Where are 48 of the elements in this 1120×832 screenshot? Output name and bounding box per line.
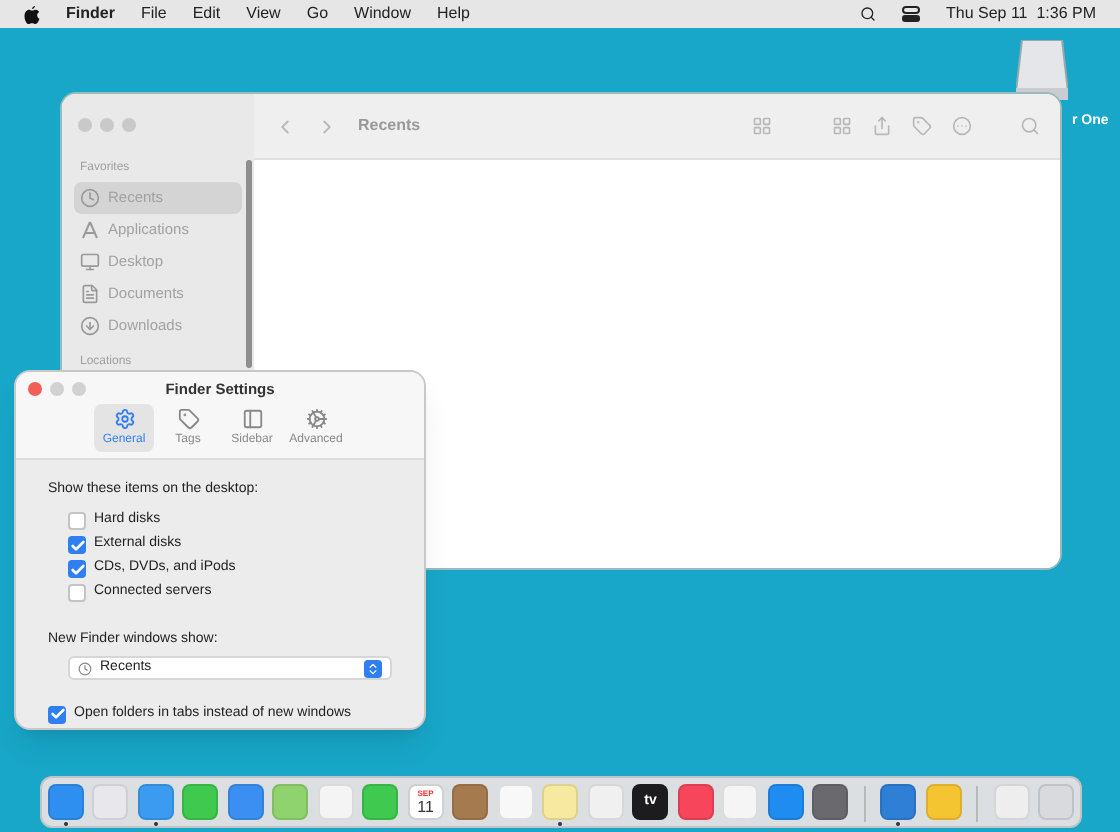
menu-item[interactable]: Edit (192, 2, 221, 26)
menu-item[interactable]: View (246, 2, 281, 26)
app-icon[interactable] (767, 783, 804, 819)
menu-item[interactable]: Go (306, 2, 329, 26)
app-icon[interactable] (812, 783, 849, 819)
menu-app-name[interactable]: Finder (66, 2, 115, 26)
stepper-icon (364, 659, 382, 677)
settings-icon (113, 407, 135, 429)
grid-view-icon[interactable] (752, 116, 772, 136)
apps-icon (80, 220, 100, 240)
document-icon (80, 284, 100, 304)
app-icon[interactable] (47, 783, 84, 819)
app-icon[interactable] (452, 783, 489, 819)
checkbox[interactable] (68, 512, 86, 530)
share-icon[interactable] (872, 116, 892, 136)
disk-icon[interactable] (1016, 40, 1068, 100)
tag-icon (177, 407, 199, 429)
clock-icon (78, 661, 92, 675)
app-icon[interactable] (362, 783, 399, 819)
menu-clock: Thu Sep 11 1:36 PM (945, 2, 1096, 26)
sidebar-icon (241, 407, 263, 429)
window-title: Recents (358, 114, 421, 138)
control-center-icon[interactable] (901, 6, 920, 22)
tag-icon[interactable] (912, 116, 932, 136)
apple-icon[interactable] (24, 5, 40, 23)
checkbox[interactable] (68, 584, 86, 602)
download-icon (80, 316, 100, 336)
checkbox[interactable] (48, 705, 66, 724)
calendar-day: 11 (417, 797, 434, 815)
checkbox[interactable] (68, 560, 86, 578)
more-icon[interactable] (952, 116, 972, 136)
zoom-button[interactable] (72, 382, 86, 396)
app-icon[interactable] (182, 783, 219, 819)
menu-item[interactable]: File (140, 2, 167, 26)
menu-item[interactable]: Help (436, 2, 470, 26)
close-button[interactable] (28, 382, 42, 396)
clock-icon (80, 188, 100, 208)
menu-item[interactable]: Window (354, 2, 411, 26)
checkbox[interactable] (68, 536, 86, 554)
minimize-button[interactable] (50, 382, 64, 396)
app-icon[interactable] (137, 783, 174, 819)
app-icon[interactable] (227, 783, 264, 819)
app-icon[interactable] (880, 783, 917, 819)
app-icon[interactable] (677, 783, 714, 819)
search-icon[interactable] (859, 6, 876, 22)
group-icon[interactable] (832, 116, 852, 136)
gears-icon (305, 407, 327, 429)
monitor-icon (80, 252, 100, 272)
